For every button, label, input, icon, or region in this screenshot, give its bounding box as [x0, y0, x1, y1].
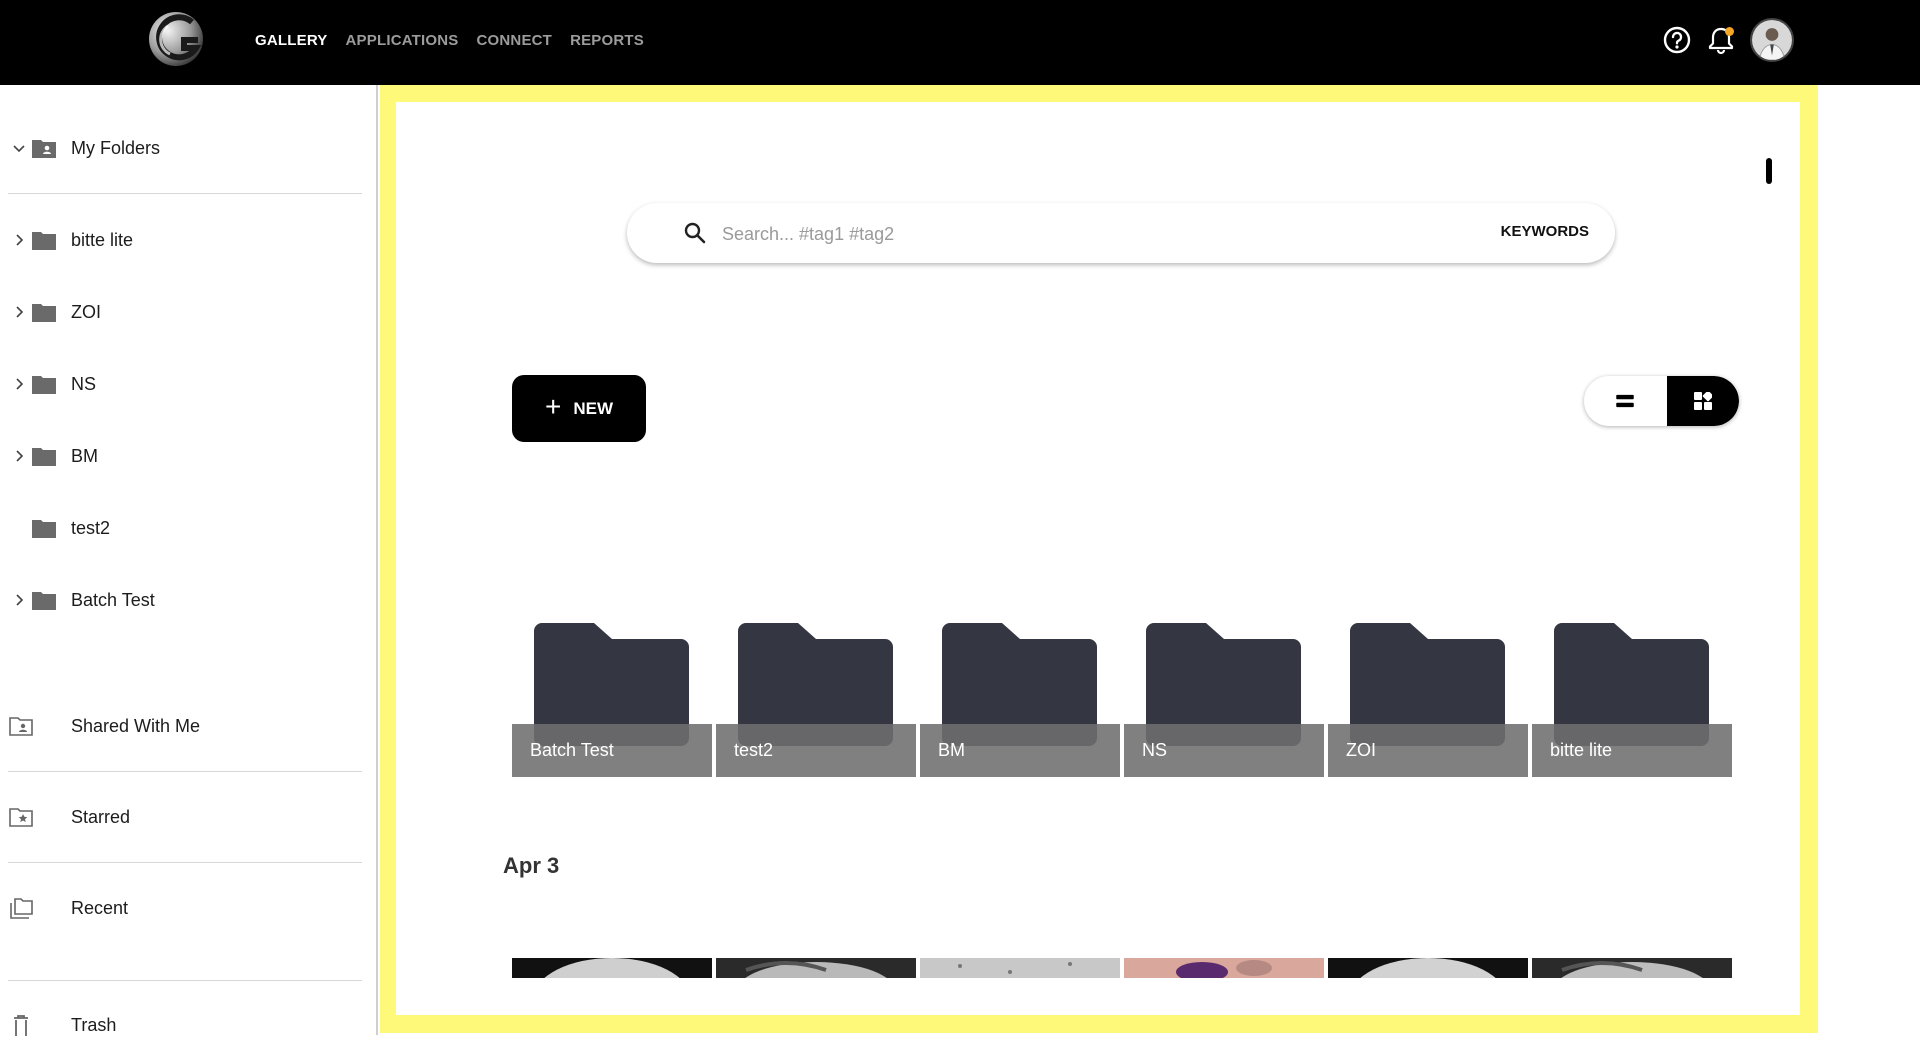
sidebar-item-label: NS — [71, 373, 97, 394]
top-bar: GALLERY APPLICATIONS CONNECT REPORTS — [0, 0, 1920, 85]
sidebar-item-shared-with-me[interactable]: Shared With Me — [0, 706, 378, 746]
list-view-icon — [1615, 394, 1634, 408]
sidebar-item-label: bitte lite — [71, 229, 134, 250]
folder-card[interactable]: bitte lite — [1532, 618, 1732, 778]
grid-view-button[interactable] — [1667, 376, 1739, 426]
sidebar-item-label: Shared With Me — [71, 715, 201, 736]
search-bar: KEYWORDS — [627, 203, 1615, 263]
sidebar-folder-bm[interactable]: BM — [0, 436, 378, 476]
sidebar-item-recent[interactable]: Recent — [0, 888, 378, 928]
folder-shared-icon — [32, 140, 56, 158]
sidebar-folder-bitte-lite[interactable]: bitte lite — [0, 220, 378, 260]
nav-connect[interactable]: CONNECT — [476, 32, 552, 49]
sidebar-item-label: Batch Test — [71, 589, 155, 610]
divider — [8, 771, 362, 772]
folder-card-label: ZOI — [1328, 724, 1528, 777]
folder-icon — [32, 448, 56, 466]
nav-reports[interactable]: REPORTS — [570, 32, 644, 49]
sidebar-item-label: BM — [71, 445, 98, 466]
divider — [8, 980, 362, 981]
folder-card-label: NS — [1124, 724, 1324, 777]
view-toggle — [1584, 376, 1739, 426]
sidebar-item-label: Recent — [71, 897, 129, 918]
image-thumbnail[interactable] — [920, 958, 1120, 978]
top-right-actions — [1662, 18, 1794, 62]
keywords-button[interactable]: KEYWORDS — [1501, 223, 1589, 240]
nav-applications[interactable]: APPLICATIONS — [346, 32, 459, 49]
sidebar-item-my-folders[interactable]: My Folders — [0, 128, 378, 168]
folder-icon — [32, 592, 56, 610]
chevron-right-icon — [16, 594, 24, 606]
sidebar-item-trash[interactable]: Trash — [0, 1005, 378, 1045]
image-thumbnail[interactable] — [716, 958, 916, 978]
notification-dot — [1725, 27, 1734, 36]
folder-icon — [32, 304, 56, 322]
image-thumbnail[interactable] — [1532, 958, 1732, 978]
sidebar-folder-test2[interactable]: test2 — [0, 508, 378, 548]
main-nav: GALLERY APPLICATIONS CONNECT REPORTS — [255, 0, 644, 80]
folder-icon — [32, 520, 56, 538]
list-view-button[interactable] — [1584, 376, 1665, 426]
image-thumbnail[interactable] — [1328, 958, 1528, 978]
user-avatar[interactable] — [1750, 18, 1794, 62]
date-group-heading: Apr 3 — [503, 853, 560, 878]
sidebar-item-label: Trash — [71, 1014, 117, 1035]
sidebar-folder-zoi[interactable]: ZOI — [0, 292, 378, 332]
sidebar-item-label: test2 — [71, 517, 111, 538]
divider — [8, 193, 362, 194]
folder-icon — [32, 376, 56, 394]
nav-gallery[interactable]: GALLERY — [255, 32, 328, 49]
chevron-right-icon — [16, 234, 24, 246]
chevron-right-icon — [16, 378, 24, 390]
chevron-right-icon — [16, 450, 24, 462]
folder-card-label: Batch Test — [512, 724, 712, 777]
sidebar-item-starred[interactable]: Starred — [0, 797, 378, 837]
search-icon — [684, 222, 706, 244]
grid-view-icon — [1694, 392, 1712, 410]
folder-icon — [32, 232, 56, 250]
notifications-button[interactable] — [1706, 25, 1736, 55]
folder-card-label: BM — [920, 724, 1120, 777]
sidebar-item-label: My Folders — [71, 137, 161, 158]
chevron-down-icon — [13, 145, 25, 153]
folder-card-label: bitte lite — [1532, 724, 1732, 777]
app-logo[interactable] — [148, 8, 210, 70]
help-icon — [1663, 26, 1691, 54]
help-button[interactable] — [1662, 25, 1692, 55]
sidebar: My Folders bitte lite ZOI NS BM test2 Ba… — [0, 85, 378, 1036]
folder-card-label: test2 — [716, 724, 916, 777]
folder-card[interactable]: BM — [920, 618, 1120, 778]
folder-card[interactable]: Batch Test — [512, 618, 712, 778]
image-thumbnail[interactable] — [1124, 958, 1324, 978]
folder-card[interactable]: test2 — [716, 618, 916, 778]
scrollbar-thumb[interactable] — [1766, 158, 1772, 184]
folder-card[interactable]: ZOI — [1328, 618, 1528, 778]
plus-icon: + — [544, 391, 562, 422]
sidebar-folder-ns[interactable]: NS — [0, 364, 378, 404]
recent-folders-icon — [10, 898, 33, 919]
sidebar-folder-batch-test[interactable]: Batch Test — [0, 580, 378, 620]
sidebar-item-label: Starred — [71, 806, 131, 827]
chevron-right-icon — [16, 306, 24, 318]
trash-icon — [14, 1015, 28, 1036]
divider — [8, 862, 362, 863]
new-button[interactable]: + NEW — [512, 375, 646, 442]
new-button-label: NEW — [573, 398, 614, 418]
folder-star-icon — [9, 808, 33, 827]
image-thumbnail[interactable] — [512, 958, 712, 978]
sidebar-item-label: ZOI — [71, 301, 101, 322]
search-input[interactable] — [720, 213, 1424, 255]
folder-card[interactable]: NS — [1124, 618, 1324, 778]
folder-shared-outline-icon — [9, 717, 33, 736]
